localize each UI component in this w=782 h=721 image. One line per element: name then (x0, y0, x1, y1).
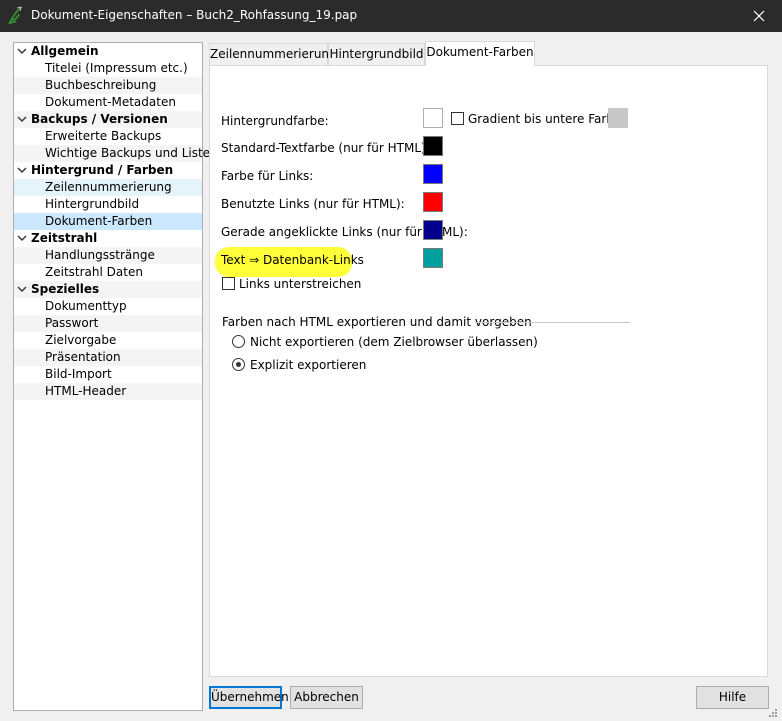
tree-item-zielvorgabe[interactable]: Zielvorgabe (14, 332, 202, 349)
label-explizit-exportieren: Explizit exportieren (250, 358, 367, 372)
tree-item-bild-import[interactable]: Bild-Import (14, 366, 202, 383)
title-bar: Dokument-Eigenschaften – Buch2_Rohfassun… (0, 0, 782, 32)
checkbox-gradient[interactable] (451, 112, 464, 125)
label-datenbank-links: Text ⇒ Datenbank-Links (221, 253, 364, 267)
tree-item-html-header[interactable]: HTML-Header (14, 383, 202, 400)
tree-label: Hintergrund / Farben (31, 163, 174, 177)
tree-label: Handlungsstränge (45, 248, 155, 262)
tree-item-hintergrundbild[interactable]: Hintergrundbild (14, 196, 202, 213)
tree-label: Zielvorgabe (45, 333, 117, 347)
tab-panel-dokument-farben: Hintergrundfarbe: Gradient bis untere Fa… (209, 65, 768, 677)
tree-item-erweiterte-backups[interactable]: Erweiterte Backups (14, 128, 202, 145)
swatch-benutzte-links[interactable] (423, 192, 443, 212)
label-farbe-links: Farbe für Links: (221, 169, 314, 183)
tree-label: HTML-Header (45, 384, 127, 398)
chevron-down-icon[interactable] (17, 114, 27, 124)
swatch-farbe-links[interactable] (423, 164, 443, 184)
swatch-datenbank-links[interactable] (423, 248, 443, 268)
window-title: Dokument-Eigenschaften – Buch2_Rohfassun… (31, 8, 358, 22)
checkbox-links-unterstreichen[interactable] (222, 277, 235, 290)
tree-label: Dokument-Metadaten (45, 95, 176, 109)
tree-label: Dokumenttyp (45, 299, 127, 313)
tree-label: Zeitstrahl Daten (45, 265, 143, 279)
tree-category-hintergrund[interactable]: Hintergrund / Farben (14, 162, 202, 179)
tree-category-spezielles[interactable]: Spezielles (14, 281, 202, 298)
close-icon (753, 10, 765, 22)
tree-category-backups[interactable]: Backups / Versionen (14, 111, 202, 128)
tree-item-titelei[interactable]: Titelei (Impressum etc.) (14, 60, 202, 77)
swatch-gradient[interactable] (608, 108, 628, 128)
tree-item-praesentation[interactable]: Präsentation (14, 349, 202, 366)
dialog-body: Allgemein Titelei (Impressum etc.) Buchb… (1, 32, 781, 720)
tree-label: Titelei (Impressum etc.) (45, 61, 188, 75)
tree-category-allgemein[interactable]: Allgemein (14, 43, 202, 60)
resize-grip-icon[interactable] (767, 707, 778, 718)
hilfe-button[interactable]: Hilfe (696, 686, 769, 709)
label-standard-textfarbe: Standard-Textfarbe (nur für HTML): (221, 141, 430, 155)
tree-label: Hintergrundbild (45, 197, 140, 211)
chevron-down-icon[interactable] (17, 284, 27, 294)
abbrechen-button[interactable]: Abbrechen (290, 686, 363, 709)
tree-label: Wichtige Backups und Liste (45, 146, 211, 160)
tree-item-passwort[interactable]: Passwort (14, 315, 202, 332)
chevron-down-icon[interactable] (17, 165, 27, 175)
tree-label: Spezielles (31, 282, 100, 296)
tree-item-buchbeschreibung[interactable]: Buchbeschreibung (14, 77, 202, 94)
tree-item-zeilennummerierung[interactable]: Zeilennummerierung (14, 179, 202, 196)
tree-item-zeitstrahl-daten[interactable]: Zeitstrahl Daten (14, 264, 202, 281)
tree-label: Zeitstrahl (31, 231, 98, 245)
chevron-down-icon[interactable] (17, 233, 27, 243)
app-icon (7, 6, 25, 26)
tab-dokument-farben[interactable]: Dokument-Farben (425, 41, 535, 66)
tree-item-handlungsstraenge[interactable]: Handlungsstränge (14, 247, 202, 264)
tree-label: Dokument-Farben (45, 214, 153, 228)
tree-label: Allgemein (31, 44, 99, 58)
label-nicht-exportieren: Nicht exportieren (dem Zielbrowser überl… (250, 335, 538, 349)
swatch-standard-textfarbe[interactable] (423, 136, 443, 156)
category-tree[interactable]: Allgemein Titelei (Impressum etc.) Buchb… (13, 42, 210, 711)
label-links-unterstreichen: Links unterstreichen (239, 277, 362, 291)
tree-item-wichtige-backups[interactable]: Wichtige Backups und Liste (14, 145, 210, 162)
tree-item-dokumenttyp[interactable]: Dokumenttyp (14, 298, 202, 315)
chevron-down-icon[interactable] (17, 46, 27, 56)
swatch-angeklickte-links[interactable] (423, 220, 443, 240)
label-gradient: Gradient bis untere Farbe: (468, 112, 626, 126)
tree-label: Backups / Versionen (31, 112, 168, 126)
radio-selected-dot (236, 362, 241, 367)
tree-item-dokument-metadaten[interactable]: Dokument-Metadaten (14, 94, 202, 111)
close-button[interactable] (736, 0, 782, 32)
tree-label: Erweiterte Backups (45, 129, 162, 143)
label-benutzte-links: Benutzte Links (nur für HTML): (221, 197, 405, 211)
uebernehmen-button[interactable]: Übernehmen (209, 686, 289, 709)
tree-label: Präsentation (45, 350, 121, 364)
tree-label: Passwort (45, 316, 99, 330)
group-divider (475, 322, 630, 323)
tree-label: Zeilennummerierung (45, 180, 172, 194)
radio-explizit-exportieren[interactable] (232, 358, 245, 371)
tree-item-dokument-farben[interactable]: Dokument-Farben (14, 213, 202, 230)
swatch-hintergrundfarbe[interactable] (423, 108, 443, 128)
tab-hintergrundbild[interactable]: Hintergrundbild (328, 43, 425, 65)
tree-category-zeitstrahl[interactable]: Zeitstrahl (14, 230, 202, 247)
radio-nicht-exportieren[interactable] (232, 335, 245, 348)
tree-label: Buchbeschreibung (45, 78, 157, 92)
label-hintergrundfarbe: Hintergrundfarbe: (221, 114, 329, 128)
tab-zeilennummerierung[interactable]: Zeilennummerierung (209, 43, 337, 65)
tree-label: Bild-Import (45, 367, 112, 381)
